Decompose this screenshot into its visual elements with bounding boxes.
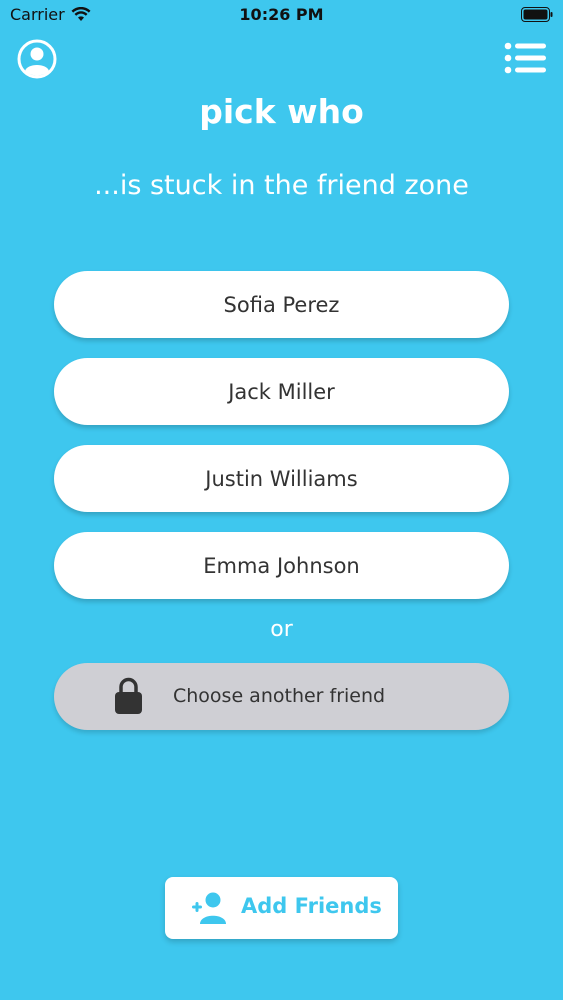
list-menu-icon[interactable] xyxy=(504,42,546,74)
friend-choice-list: Sofia Perez Jack Miller Justin Williams … xyxy=(54,271,509,619)
user-circle-icon[interactable] xyxy=(17,39,57,79)
or-separator: or xyxy=(270,617,293,642)
add-friends-label: Add Friends xyxy=(241,894,382,918)
choose-another-friend-label: Choose another friend xyxy=(173,685,386,707)
question-title: pick who xyxy=(199,92,364,131)
friend-choice-button[interactable]: Emma Johnson xyxy=(54,532,509,599)
lock-icon xyxy=(115,677,142,714)
friend-choice-button[interactable]: Sofia Perez xyxy=(54,271,509,338)
status-time: 10:26 PM xyxy=(239,5,324,24)
question-subtitle: ...is stuck in the friend zone xyxy=(94,170,469,201)
friend-choice-button[interactable]: Justin Williams xyxy=(54,445,509,512)
status-bar: Carrier 10:26 PM xyxy=(0,0,563,30)
add-user-icon xyxy=(192,892,226,924)
battery-icon xyxy=(521,7,553,22)
friend-choice-button[interactable]: Jack Miller xyxy=(54,358,509,425)
